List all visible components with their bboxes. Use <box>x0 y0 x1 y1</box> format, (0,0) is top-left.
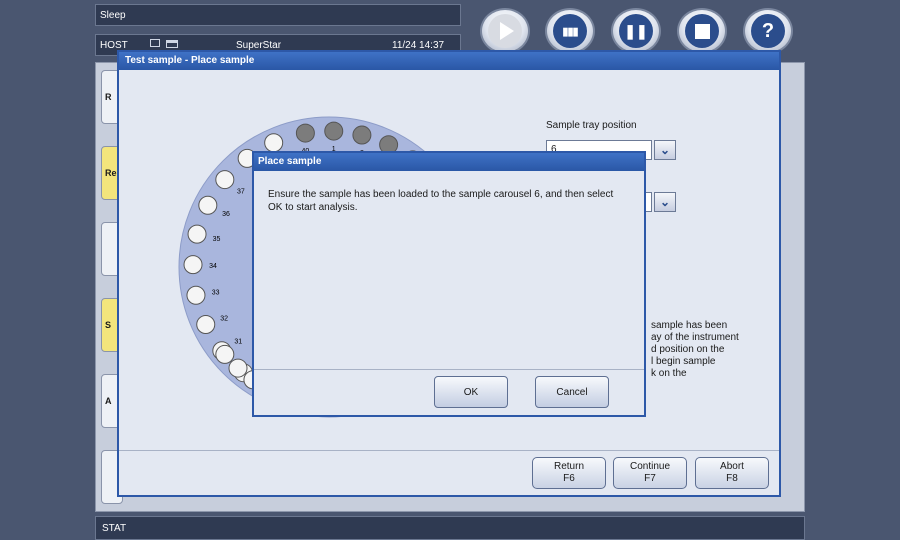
ok-button[interactable]: OK <box>434 376 508 408</box>
carousel-label-32: 32 <box>220 315 228 322</box>
instruction-line-3: d position on the <box>651 344 725 355</box>
second-dropdown-button[interactable]: ⌄ <box>654 192 676 212</box>
carousel-position-bottom-4 <box>228 358 248 378</box>
sample-tubes-button[interactable]: ▮▮▮ <box>545 8 595 54</box>
chevron-down-icon-2: ⌄ <box>659 195 671 209</box>
modal-footer-divider <box>254 369 644 370</box>
modal-message: Ensure the sample has been loaded to the… <box>268 189 614 213</box>
carousel-position-34 <box>183 255 203 275</box>
tray-position-label: Sample tray position <box>546 120 637 131</box>
carousel-position-2 <box>352 125 372 145</box>
carousel-position-36 <box>198 195 218 215</box>
carousel-position-35 <box>187 224 207 244</box>
instruction-line-4: l begin sample <box>651 356 716 367</box>
play-icon <box>500 22 514 40</box>
stop-icon <box>694 23 710 39</box>
return-button[interactable]: Return F6 <box>532 457 606 489</box>
instruction-line-5: k on the <box>651 368 687 379</box>
carousel-label-33: 33 <box>212 290 220 297</box>
carousel-position-bottom-5 <box>215 344 235 364</box>
continue-button[interactable]: Continue F7 <box>613 457 687 489</box>
carousel-position-39 <box>264 133 284 153</box>
tubes-icon: ▮▮▮ <box>562 25 578 38</box>
tray-dropdown-button[interactable]: ⌄ <box>654 140 676 160</box>
status-state-text: Sleep <box>100 10 126 21</box>
pause-button[interactable]: ❚❚ <box>611 8 661 54</box>
help-icon: ? <box>761 19 775 42</box>
carousel-position-33 <box>186 285 206 305</box>
instruction-line-1: sample has been <box>651 320 728 331</box>
carousel-position-40 <box>295 123 315 143</box>
carousel-position-32 <box>196 314 216 334</box>
monitor-icon <box>150 39 160 47</box>
stat-bar: STAT <box>95 516 805 540</box>
chevron-down-icon: ⌄ <box>659 143 671 157</box>
cancel-button[interactable]: Cancel <box>535 376 609 408</box>
stop-button[interactable] <box>677 8 727 54</box>
dialog-footer-divider <box>119 450 779 451</box>
modal-title: Place sample <box>254 153 644 171</box>
carousel-label-31: 31 <box>234 338 242 345</box>
carousel-label-36: 36 <box>222 211 230 218</box>
printer-icon <box>166 40 178 48</box>
carousel-position-1 <box>324 121 344 141</box>
stat-label: STAT <box>102 523 127 534</box>
carousel-label-35: 35 <box>213 236 221 243</box>
pause-icon: ❚❚ <box>624 22 648 39</box>
status-state: Sleep <box>95 4 461 26</box>
carousel-label-37: 37 <box>237 189 245 196</box>
help-button[interactable]: ? <box>743 8 793 54</box>
place-sample-modal: Place sample Ensure the sample has been … <box>252 151 646 417</box>
start-button[interactable] <box>480 8 530 54</box>
carousel-label-34: 34 <box>209 263 217 270</box>
abort-button[interactable]: Abort F8 <box>695 457 769 489</box>
instruction-line-2: ay of the instrument <box>651 332 739 343</box>
carousel-position-37 <box>215 170 235 190</box>
dialog-title: Test sample - Place sample <box>119 52 779 70</box>
